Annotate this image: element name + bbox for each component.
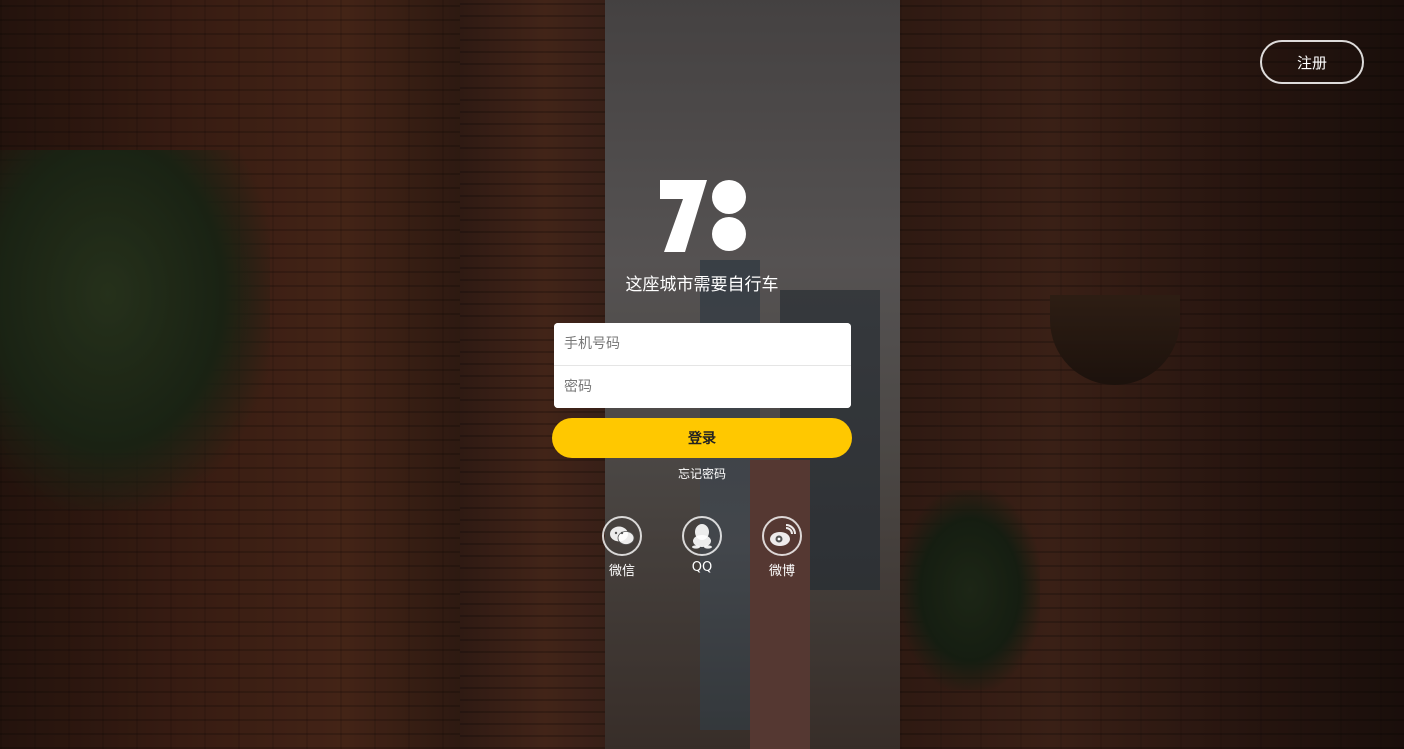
- logo-dot-top: [712, 180, 746, 214]
- logo-seven-shape: [660, 180, 707, 252]
- register-button[interactable]: 注册: [1260, 40, 1364, 84]
- weibo-icon: [762, 516, 802, 556]
- login-button[interactable]: 登录: [552, 418, 852, 458]
- weibo-login-button[interactable]: 微博: [760, 516, 804, 579]
- qq-icon: [682, 516, 722, 556]
- login-form: [554, 323, 851, 408]
- forgot-password-link[interactable]: 忘记密码: [652, 465, 752, 482]
- password-input[interactable]: [554, 366, 851, 408]
- qq-login-button[interactable]: QQ: [680, 516, 724, 575]
- wechat-label: 微信: [608, 564, 635, 579]
- wechat-icon: [602, 516, 642, 556]
- tagline: 这座城市需要自行车: [625, 275, 779, 295]
- phone-input[interactable]: [554, 323, 851, 365]
- weibo-label: 微博: [768, 564, 795, 579]
- qq-label: QQ: [691, 560, 713, 575]
- seven-dots-logo-icon: [657, 178, 749, 254]
- login-page: 注册 这座城市需要自行车 登录 忘记密码 微信: [0, 0, 1404, 749]
- wechat-login-button[interactable]: 微信: [600, 516, 644, 579]
- logo-svg: [660, 180, 746, 252]
- logo-dot-bottom: [712, 217, 746, 251]
